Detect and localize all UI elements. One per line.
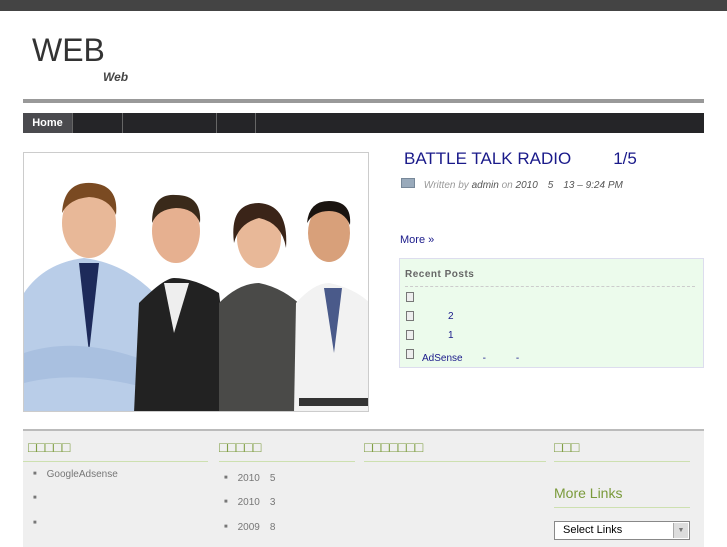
more-links-heading: More Links — [554, 485, 623, 501]
header-divider — [23, 99, 704, 103]
divider — [405, 286, 695, 287]
post-date: 2010 5 13 — [515, 180, 575, 191]
list-item[interactable] — [406, 292, 422, 302]
written-by-label: Written by — [423, 180, 469, 191]
footer-heading: □□□□□ — [28, 439, 71, 455]
links-select[interactable]: Select Links ▼ — [554, 521, 690, 540]
main-nav: Home — [23, 113, 704, 133]
post-meta: Written by admin on 2010 5 13 – 9:24 PM — [401, 176, 623, 191]
recent-posts-heading: Recent Posts — [405, 269, 475, 280]
nav-item[interactable] — [123, 113, 217, 133]
divider — [554, 461, 690, 462]
post-title-suffix[interactable]: 1/5 — [613, 149, 637, 168]
recent-posts-widget: Recent Posts 2 1 AdSense - - — [399, 258, 704, 368]
more-link[interactable]: More » — [400, 234, 434, 246]
recent-post-link[interactable]: 2 — [448, 311, 454, 322]
recent-post-link[interactable]: AdSense - - — [422, 349, 519, 364]
document-icon — [406, 292, 414, 302]
archive-link[interactable]: 2010 3 — [224, 493, 276, 508]
nav-home[interactable]: Home — [23, 113, 73, 133]
comment-icon — [401, 178, 415, 188]
footer-heading: □□□ — [554, 439, 580, 455]
document-icon — [406, 349, 414, 359]
recent-post-link[interactable]: 1 — [448, 330, 454, 341]
site-title[interactable]: WEB — [32, 32, 105, 69]
archive-link[interactable]: 2010 5 — [224, 469, 276, 484]
list-item[interactable] — [33, 518, 47, 529]
document-icon — [406, 330, 414, 340]
divider — [364, 461, 546, 462]
person-3 — [219, 203, 304, 411]
post-title[interactable]: BATTLE TALK RADIO 1/5 — [404, 149, 637, 169]
document-icon — [406, 311, 414, 321]
list-item[interactable] — [33, 493, 47, 504]
featured-image — [23, 152, 369, 412]
post-time: – 9:24 PM — [577, 180, 623, 191]
select-value: Select Links — [563, 524, 623, 536]
footer-heading: □□□□□□□ — [364, 439, 424, 455]
nav-item[interactable] — [217, 113, 256, 133]
divider — [23, 461, 208, 462]
divider — [554, 507, 690, 508]
post-title-text[interactable]: BATTLE TALK RADIO — [404, 149, 571, 168]
list-item[interactable]: 1 — [406, 330, 454, 341]
chevron-down-icon[interactable]: ▼ — [673, 523, 688, 538]
divider — [219, 461, 355, 462]
site-tagline: Web — [103, 70, 129, 84]
list-item[interactable]: GoogleAdsense — [33, 469, 118, 480]
footer-heading: □□□□□ — [219, 439, 262, 455]
person-4 — [294, 201, 368, 411]
archive-link[interactable]: 2009 8 — [224, 518, 276, 533]
post-author[interactable]: admin — [472, 180, 499, 191]
nav-item[interactable] — [73, 113, 123, 133]
list-item[interactable]: AdSense - - — [406, 349, 519, 364]
on-label: on — [501, 180, 513, 191]
list-item[interactable]: 2 — [406, 311, 454, 322]
top-bar — [0, 0, 727, 11]
